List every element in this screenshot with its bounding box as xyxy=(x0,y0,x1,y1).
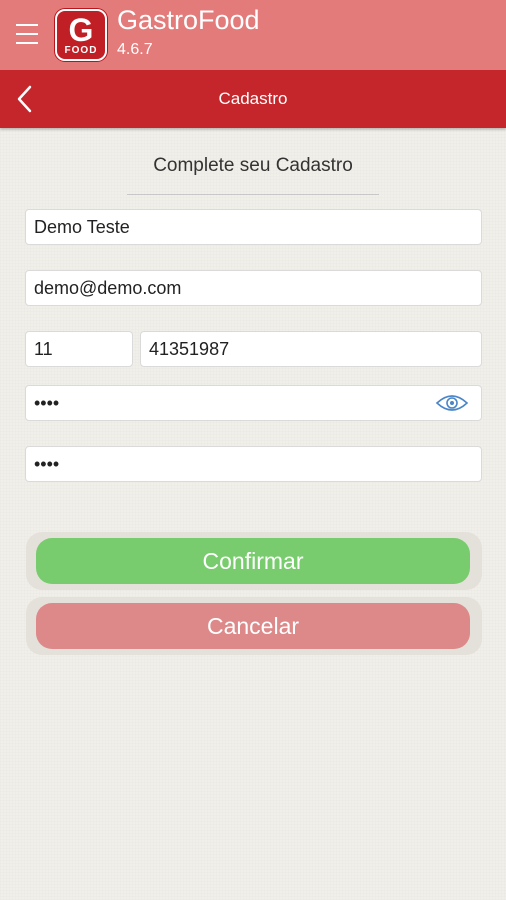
area-code-field[interactable] xyxy=(25,331,133,367)
form-title: Complete seu Cadastro xyxy=(153,155,353,176)
password-field[interactable] xyxy=(25,385,482,421)
navbar: Cadastro xyxy=(0,70,506,128)
app-name: GastroFood xyxy=(117,5,260,35)
eye-icon[interactable] xyxy=(435,391,469,415)
confirm-button-frame: Confirmar xyxy=(26,532,482,590)
app-logo: G FOOD xyxy=(55,9,107,61)
email-field[interactable] xyxy=(25,270,482,306)
logo-word: FOOD xyxy=(64,45,98,56)
app-version: 4.6.7 xyxy=(117,41,153,58)
cancel-button[interactable]: Cancelar xyxy=(36,603,470,649)
cancel-button-frame: Cancelar xyxy=(26,597,482,655)
title-divider xyxy=(127,194,379,195)
confirm-password-field[interactable] xyxy=(25,446,482,482)
logo-letter: G xyxy=(68,12,94,48)
app-header: G FOOD GastroFood 4.6.7 xyxy=(0,0,506,70)
phone-field[interactable] xyxy=(140,331,482,367)
confirm-button[interactable]: Confirmar xyxy=(36,538,470,584)
page-title: Cadastro xyxy=(218,89,288,108)
hamburger-menu-icon[interactable] xyxy=(16,22,38,46)
name-field[interactable] xyxy=(25,209,482,245)
chevron-left-icon[interactable] xyxy=(14,84,38,114)
